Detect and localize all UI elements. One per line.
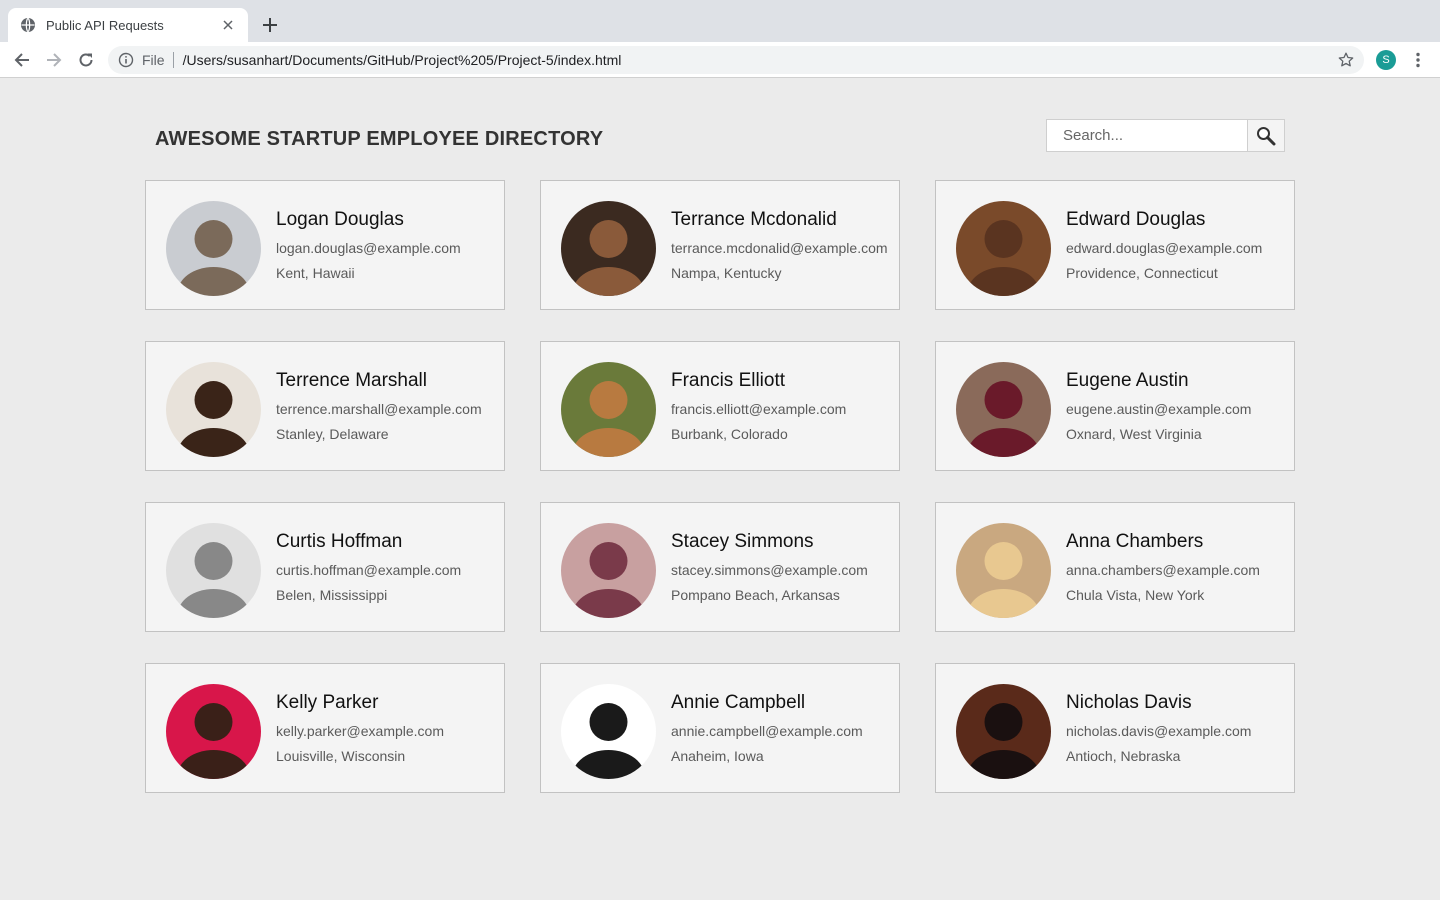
employee-card[interactable]: Anna Chambers anna.chambers@example.com Ch… bbox=[935, 502, 1295, 632]
reload-icon bbox=[79, 53, 93, 67]
employee-location: Nampa, Kentucky bbox=[671, 265, 782, 281]
new-tab-button[interactable] bbox=[258, 13, 282, 37]
employee-info: Annie Campbell annie.campbell@example.com… bbox=[671, 692, 863, 764]
employee-info: Curtis Hoffman curtis.hoffman@example.com… bbox=[276, 531, 461, 603]
employee-card[interactable]: Kelly Parker kelly.parker@example.com Loui… bbox=[145, 663, 505, 793]
employee-info: Terrence Marshall terrence.marshall@examp… bbox=[276, 370, 482, 442]
employee-location: Anaheim, Iowa bbox=[671, 748, 764, 764]
employee-email: anna.chambers@example.com bbox=[1066, 562, 1260, 578]
employee-email: francis.elliott@example.com bbox=[671, 401, 847, 417]
address-bar[interactable]: File /Users/susanhart/Documents/GitHub/P… bbox=[108, 46, 1364, 74]
employee-card[interactable]: Logan Douglas logan.douglas@example.com Ke… bbox=[145, 180, 505, 310]
employee-avatar bbox=[956, 362, 1051, 457]
employee-avatar bbox=[561, 201, 656, 296]
employee-name: Annie Campbell bbox=[671, 692, 806, 713]
employee-name: Nicholas Davis bbox=[1066, 692, 1192, 713]
employee-location: Stanley, Delaware bbox=[276, 426, 389, 442]
browser-tab[interactable]: Public API Requests bbox=[8, 8, 248, 42]
employee-card[interactable]: Annie Campbell annie.campbell@example.com… bbox=[540, 663, 900, 793]
employee-info: Logan Douglas logan.douglas@example.com Ke… bbox=[276, 209, 461, 281]
employee-name: Stacey Simmons bbox=[671, 531, 814, 552]
employee-email: logan.douglas@example.com bbox=[276, 240, 461, 256]
employee-card[interactable]: Nicholas Davis nicholas.davis@example.com… bbox=[935, 663, 1295, 793]
globe-icon bbox=[20, 17, 36, 33]
employee-gallery: Logan Douglas logan.douglas@example.com Ke… bbox=[145, 180, 1295, 793]
employee-name: Anna Chambers bbox=[1066, 531, 1204, 552]
employee-email: kelly.parker@example.com bbox=[276, 723, 445, 739]
employee-location: Providence, Connecticut bbox=[1066, 265, 1218, 281]
arrow-left-icon bbox=[14, 53, 29, 67]
employee-name: Francis Elliott bbox=[671, 370, 786, 391]
close-tab-icon[interactable] bbox=[220, 17, 236, 33]
employee-email: nicholas.davis@example.com bbox=[1066, 723, 1252, 739]
employee-name: Logan Douglas bbox=[276, 209, 404, 230]
employee-avatar bbox=[956, 201, 1051, 296]
employee-info: Stacey Simmons stacey.simmons@example.com… bbox=[671, 531, 868, 603]
employee-card[interactable]: Terrance Mcdonalid terrance.mcdonalid@exa… bbox=[540, 180, 900, 310]
bookmark-star-icon[interactable] bbox=[1336, 50, 1356, 70]
employee-location: Chula Vista, New York bbox=[1066, 587, 1205, 603]
employee-location: Pompano Beach, Arkansas bbox=[671, 587, 840, 603]
employee-card[interactable]: Curtis Hoffman curtis.hoffman@example.com… bbox=[145, 502, 505, 632]
reload-button[interactable] bbox=[74, 48, 98, 72]
more-menu-icon[interactable] bbox=[1408, 50, 1428, 70]
employee-info: Anna Chambers anna.chambers@example.com Ch… bbox=[1066, 531, 1260, 603]
employee-avatar bbox=[166, 362, 261, 457]
employee-info: Edward Douglas edward.douglas@example.com… bbox=[1066, 209, 1262, 281]
employee-name: Kelly Parker bbox=[276, 692, 379, 713]
employee-info: Terrance Mcdonalid terrance.mcdonalid@exa… bbox=[671, 209, 888, 281]
magnifier-icon bbox=[1257, 126, 1276, 145]
scheme-label: File bbox=[142, 52, 174, 68]
arrow-right-icon bbox=[47, 53, 62, 67]
employee-name: Eugene Austin bbox=[1066, 370, 1189, 391]
employee-avatar bbox=[956, 523, 1051, 618]
employee-card[interactable]: Terrence Marshall terrence.marshall@examp… bbox=[145, 341, 505, 471]
employee-location: Oxnard, West Virginia bbox=[1066, 426, 1202, 442]
info-icon[interactable] bbox=[118, 52, 134, 68]
employee-avatar bbox=[166, 523, 261, 618]
back-button[interactable] bbox=[10, 48, 34, 72]
employee-email: eugene.austin@example.com bbox=[1066, 401, 1252, 417]
employee-email: stacey.simmons@example.com bbox=[671, 562, 868, 578]
employee-email: annie.campbell@example.com bbox=[671, 723, 863, 739]
employee-location: Kent, Hawaii bbox=[276, 265, 355, 281]
employee-info: Kelly Parker kelly.parker@example.com Loui… bbox=[276, 692, 444, 764]
employee-info: Nicholas Davis nicholas.davis@example.com… bbox=[1066, 692, 1251, 764]
employee-email: terrance.mcdonalid@example.com bbox=[671, 240, 888, 256]
employee-location: Louisville, Wisconsin bbox=[276, 748, 406, 764]
employee-avatar bbox=[561, 684, 656, 779]
employee-avatar bbox=[561, 523, 656, 618]
employee-info: Francis Elliott francis.elliott@example.c… bbox=[671, 370, 846, 442]
employee-name: Terrance Mcdonalid bbox=[671, 209, 837, 230]
employee-location: Burbank, Colorado bbox=[671, 426, 788, 442]
employee-avatar bbox=[956, 684, 1051, 779]
search-form bbox=[1046, 119, 1285, 152]
search-button[interactable] bbox=[1248, 119, 1285, 152]
employee-card[interactable]: Eugene Austin eugene.austin@example.com Ox… bbox=[935, 341, 1295, 471]
browser-tab-strip: Public API Requests bbox=[0, 0, 1440, 42]
forward-button[interactable] bbox=[42, 48, 66, 72]
employee-email: terrence.marshall@example.com bbox=[276, 401, 482, 417]
employee-info: Eugene Austin eugene.austin@example.com Ox… bbox=[1066, 370, 1251, 442]
url-text[interactable]: /Users/susanhart/Documents/GitHub/Projec… bbox=[183, 52, 622, 68]
tab-title: Public API Requests bbox=[46, 17, 164, 33]
employee-email: curtis.hoffman@example.com bbox=[276, 562, 462, 578]
employee-avatar bbox=[166, 684, 261, 779]
search-input[interactable] bbox=[1046, 119, 1248, 152]
employee-location: Antioch, Nebraska bbox=[1066, 748, 1181, 764]
employee-location: Belen, Mississippi bbox=[276, 587, 388, 603]
page-title: AWESOME STARTUP EMPLOYEE DIRECTORY bbox=[155, 128, 604, 150]
employee-name: Curtis Hoffman bbox=[276, 531, 403, 552]
employee-card[interactable]: Stacey Simmons stacey.simmons@example.com… bbox=[540, 502, 900, 632]
profile-avatar[interactable]: S bbox=[1376, 50, 1396, 70]
employee-card[interactable]: Francis Elliott francis.elliott@example.c… bbox=[540, 341, 900, 471]
employee-avatar bbox=[166, 201, 261, 296]
plus-icon bbox=[263, 18, 277, 32]
employee-name: Terrence Marshall bbox=[276, 370, 427, 391]
employee-card[interactable]: Edward Douglas edward.douglas@example.com… bbox=[935, 180, 1295, 310]
employee-avatar bbox=[561, 362, 656, 457]
employee-name: Edward Douglas bbox=[1066, 209, 1206, 230]
employee-email: edward.douglas@example.com bbox=[1066, 240, 1263, 256]
browser-toolbar: File /Users/susanhart/Documents/GitHub/P… bbox=[0, 42, 1440, 78]
